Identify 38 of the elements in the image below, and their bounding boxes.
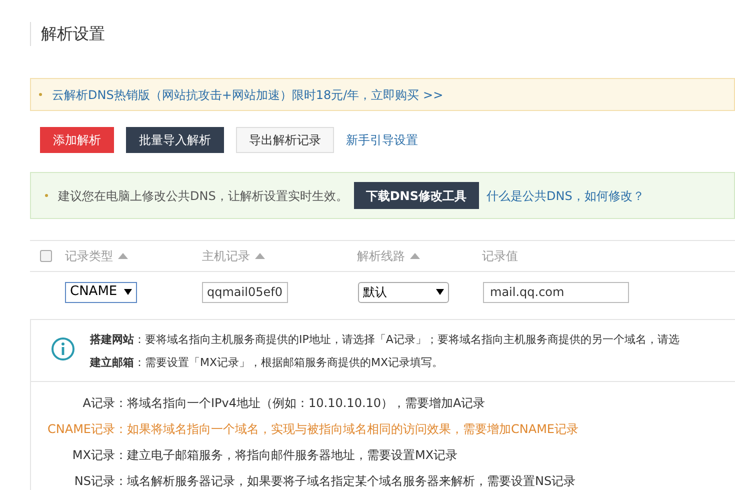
sort-up-icon[interactable] — [255, 253, 265, 259]
toolbar-button[interactable]: 添加解析 — [40, 127, 114, 153]
toolbar-button[interactable]: 导出解析记录 — [236, 127, 334, 153]
record-type-label: CNAME记录： — [46, 421, 127, 438]
record-type-description: 域名解析服务器记录，如果要将子域名指定某个域名服务器来解析，需要设置NS记录 — [127, 473, 576, 490]
record-type-label: NS记录： — [73, 473, 127, 490]
record-type-label: MX记录： — [71, 447, 127, 464]
guide-link[interactable]: 新手引导设置 — [346, 131, 418, 149]
record-type-description: 如果将域名指向一个域名，实现与被指向域名相同的访问效果，需要增加CNAME记录 — [127, 421, 578, 438]
column-header[interactable]: 解析线路 — [357, 247, 405, 265]
promo-link[interactable]: 云解析DNS热销版（网站抗攻击+网站加速）限时18元/年，立即购买 >> — [52, 86, 444, 104]
dropdown-arrow-icon — [124, 289, 132, 295]
sort-up-icon[interactable] — [410, 253, 420, 259]
tip-text: 建议您在电脑上修改公共DNS，让解析设置实时生效。 — [58, 188, 348, 204]
select-all-checkbox[interactable] — [40, 250, 52, 262]
host-input[interactable]: qqmail05ef0 — [202, 282, 288, 302]
help-link[interactable]: 什么是公共DNS，如何修改？ — [486, 186, 644, 204]
download-button[interactable]: 下载DNS修改工具 — [354, 182, 478, 209]
record-type-description: 建立电子邮箱服务，将指向邮件服务器地址，需要设置MX记录 — [127, 447, 458, 464]
record-type-label: A记录： — [82, 395, 127, 412]
sort-up-icon[interactable] — [118, 253, 128, 259]
column-header[interactable]: 记录值 — [482, 247, 518, 265]
select-value: 默认 — [363, 284, 387, 301]
select-value: CNAME — [70, 283, 118, 302]
info-icon — [51, 337, 75, 361]
bullet-icon — [39, 93, 42, 96]
dropdown-arrow-icon — [436, 289, 444, 295]
line-select[interactable]: 默认 — [358, 282, 449, 302]
value-input[interactable]: mail.qq.com — [483, 282, 629, 302]
help-note: 建立邮箱：需要设置「MX记录」，根据邮箱服务商提供的MX记录填写。 — [90, 355, 444, 371]
toolbar-button[interactable]: 批量导入解析 — [126, 127, 224, 153]
record-type-select[interactable]: CNAME — [65, 282, 137, 302]
column-header[interactable]: 主机记录 — [202, 247, 250, 265]
help-note: 搭建网站：要将域名指向主机服务商提供的IP地址，请选择「A记录」；要将域名指向主机服务商提供的另一个域名，请选 — [90, 332, 680, 348]
record-type-description: 将域名指向一个IPv4地址（例如：10.10.10.10），需要增加A记录 — [127, 395, 486, 412]
bullet-icon — [45, 194, 48, 197]
page-title: 解析设置 — [41, 23, 105, 45]
column-header[interactable]: 记录类型 — [65, 247, 113, 265]
